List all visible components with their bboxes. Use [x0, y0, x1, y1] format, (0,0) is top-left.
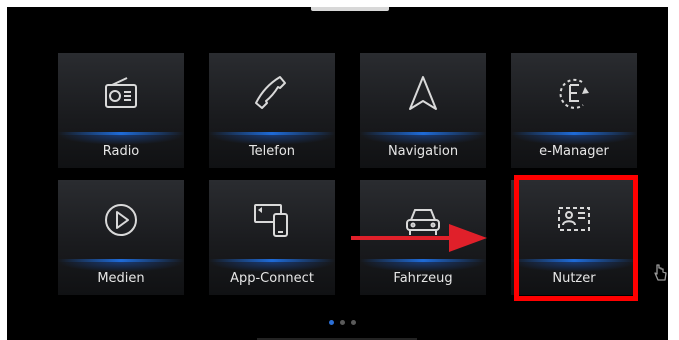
tile-label-radio: Radio [102, 144, 140, 159]
hand-pointer-icon [654, 264, 667, 281]
tile-accent-line [511, 259, 637, 262]
tile-accent-line [58, 259, 184, 262]
tile-nutzer[interactable]: Nutzer [511, 180, 637, 295]
top-pull-tab[interactable] [311, 7, 389, 11]
tile-navigation[interactable]: Navigation [360, 53, 486, 168]
page-indicator [329, 320, 356, 325]
tile-accent-line [360, 132, 486, 135]
play-icon [105, 204, 137, 236]
tile-label-navigation: Navigation [387, 144, 459, 159]
radio-icon [105, 77, 137, 108]
page-dot-active[interactable] [329, 320, 334, 325]
app-connect-icon [254, 204, 288, 237]
tile-label-app-connect: App-Connect [230, 271, 314, 286]
user-profile-icon [558, 207, 590, 231]
tile-e-manager[interactable]: e-Manager [511, 53, 637, 168]
tile-accent-line [209, 132, 335, 135]
page-dot[interactable] [340, 320, 345, 325]
tile-accent-line [209, 259, 335, 262]
tile-label-telefon: Telefon [248, 144, 296, 159]
tile-medien[interactable]: Medien [58, 180, 184, 295]
tile-accent-line [511, 132, 637, 135]
tile-telefon[interactable]: Telefon [209, 53, 335, 168]
infotainment-screen: Radio Telefon Navigation e-Manager Medie… [7, 7, 668, 340]
tile-fahrzeug[interactable]: Fahrzeug [360, 180, 486, 295]
tile-app-connect[interactable]: App-Connect [209, 180, 335, 295]
tile-label-medien: Medien [97, 271, 145, 286]
car-icon [406, 209, 440, 235]
tile-accent-line [58, 132, 184, 135]
tile-label-fahrzeug: Fahrzeug [393, 271, 453, 286]
tile-label-nutzer: Nutzer [552, 271, 596, 286]
tile-label-e-manager: e-Manager [539, 144, 609, 159]
tile-radio[interactable]: Radio [58, 53, 184, 168]
phone-icon [255, 76, 286, 109]
tile-accent-line [360, 259, 486, 262]
navigation-arrow-icon [409, 76, 437, 110]
page-dot[interactable] [351, 320, 356, 325]
e-manager-icon [559, 78, 589, 109]
